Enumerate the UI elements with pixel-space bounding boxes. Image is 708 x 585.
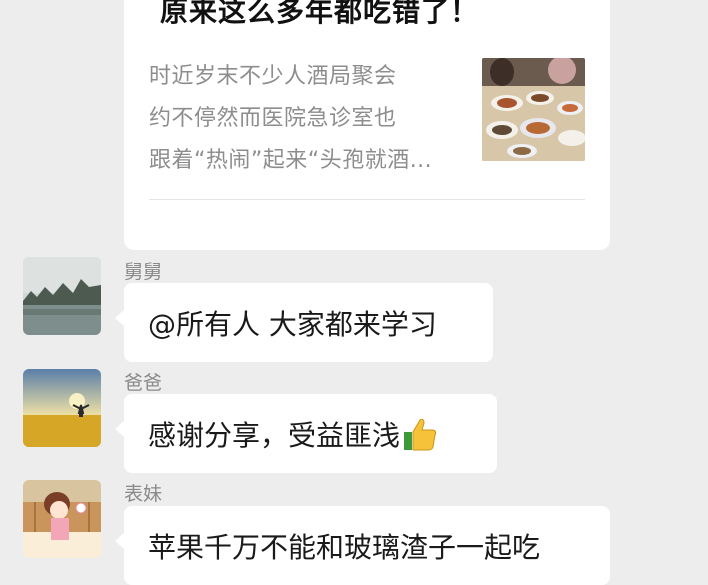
thumbs-up-icon	[402, 416, 438, 452]
shared-article-card[interactable]: 原来这么多年都吃错了！ 时近岁末不少人酒局聚会 约不停然而医院急诊室也 跟着“热…	[124, 0, 610, 250]
article-title: 原来这么多年都吃错了！	[160, 0, 480, 28]
article-desc-line: 约不停然而医院急诊室也	[149, 106, 397, 131]
article-thumbnail-image	[482, 58, 585, 161]
message-bubble[interactable]: 苹果千万不能和玻璃渣子一起吃	[115, 506, 610, 585]
message-bubble[interactable]: 感谢分享，受益匪浅	[115, 394, 497, 473]
avatar[interactable]	[23, 257, 101, 335]
sender-name: 表妹	[124, 483, 163, 505]
message-text: 苹果千万不能和玻璃渣子一起吃	[148, 530, 541, 564]
sender-name: 舅舅	[124, 261, 163, 283]
avatar[interactable]	[23, 480, 101, 558]
sender-name: 爸爸	[124, 372, 163, 394]
article-divider	[149, 199, 585, 200]
article-description: 时近岁末不少人酒局聚会 约不停然而医院急诊室也 跟着“热闹”起来“头孢就酒...	[149, 56, 449, 182]
avatar[interactable]	[23, 369, 101, 447]
article-desc-line: 时近岁末不少人酒局聚会	[149, 64, 397, 89]
article-desc-line: 跟着“热闹”起来“头孢就酒...	[149, 148, 433, 173]
message-bubble[interactable]: @所有人 大家都来学习	[115, 283, 493, 362]
message-text: 感谢分享，受益匪浅	[148, 418, 401, 452]
message-text: @所有人 大家都来学习	[148, 307, 437, 341]
